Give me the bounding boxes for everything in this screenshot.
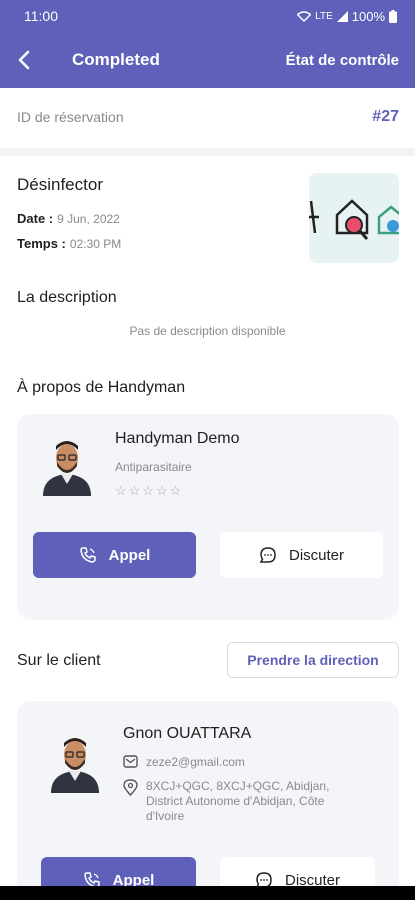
client-address-row: 8XCJ+QGC, 8XCJ+QGC, Abidjan, District Au… [123, 779, 363, 824]
service-name: Désinfector [17, 175, 103, 194]
handyman-chat-button[interactable]: Discuter [220, 532, 383, 578]
status-bar: 11:00 LTE 100% [0, 0, 415, 32]
avatar [43, 441, 91, 496]
location-pin-icon [123, 779, 138, 796]
description-empty-text: Pas de description disponible [129, 324, 286, 338]
chat-icon [259, 547, 276, 563]
client-section-title: Sur le client [17, 652, 101, 669]
booking-id-row: ID de réservation #27 [17, 108, 399, 126]
divider [0, 148, 415, 156]
avatar [51, 738, 99, 793]
client-name: Gnon OUATTARA [123, 725, 252, 742]
handyman-card: Handyman Demo Antiparasitaire ☆☆☆☆☆ Appe… [17, 414, 399, 620]
time-label: Temps : [17, 236, 66, 251]
handyman-name: Handyman Demo [115, 430, 240, 447]
booking-id-label: ID de réservation [17, 109, 124, 125]
system-nav-bar [0, 886, 415, 900]
toolbar: Completed État de contrôle [0, 36, 415, 84]
phone-icon [79, 547, 96, 563]
chat-label: Discuter [288, 546, 344, 564]
status-time: 11:00 [24, 8, 58, 24]
time-value: 02:30 PM [69, 237, 122, 251]
description-title: La description [17, 289, 117, 306]
mail-icon [123, 755, 138, 768]
date-label: Date : [17, 211, 54, 226]
page-title: Completed [72, 50, 160, 69]
status-icons: LTE 100% [297, 9, 397, 24]
client-address: 8XCJ+QGC, 8XCJ+QGC, Abidjan, District Au… [146, 779, 330, 823]
handyman-call-button[interactable]: Appel [33, 532, 196, 578]
chat-label: Discuter [284, 871, 340, 887]
app-bar: 11:00 LTE 100% Completed État de contrôl… [0, 0, 415, 88]
client-chat-button[interactable]: Discuter [220, 857, 375, 886]
control-state-link[interactable]: État de contrôle [286, 52, 399, 69]
directions-button[interactable]: Prendre la direction [227, 642, 399, 678]
battery-level: 100% [351, 8, 385, 24]
service-date: Date :9 Jun, 2022 [17, 211, 120, 226]
service-time: Temps :02:30 PM [17, 236, 121, 251]
signal-icon [336, 10, 348, 22]
handyman-role: Antiparasitaire [115, 460, 192, 474]
rating-stars: ☆☆☆☆☆ [115, 483, 184, 498]
booking-detail-content: ID de réservation #27 Désinfector Date :… [0, 88, 415, 886]
phone-icon [83, 872, 100, 886]
wifi-icon [297, 10, 312, 22]
booking-id-value: #27 [372, 108, 399, 125]
client-call-button[interactable]: Appel [41, 857, 196, 886]
client-email: zeze2@gmail.com [146, 755, 245, 769]
network-label: LTE [315, 10, 333, 22]
arrow-left-icon [18, 50, 30, 70]
call-label: Appel [112, 871, 155, 887]
client-email-row: zeze2@gmail.com [123, 755, 363, 770]
service-image [309, 173, 399, 263]
battery-icon [389, 9, 397, 23]
client-card: Gnon OUATTARA zeze2@gmail.com 8XCJ+QGC, … [17, 701, 399, 886]
pest-icon [309, 200, 319, 234]
chat-icon [256, 872, 272, 886]
call-label: Appel [108, 546, 151, 564]
handyman-section-title: À propos de Handyman [17, 379, 186, 396]
date-value: 9 Jun, 2022 [57, 212, 120, 226]
house-magnifier-icon [335, 199, 369, 240]
back-button[interactable] [0, 36, 48, 84]
house-shield-icon [377, 205, 399, 235]
